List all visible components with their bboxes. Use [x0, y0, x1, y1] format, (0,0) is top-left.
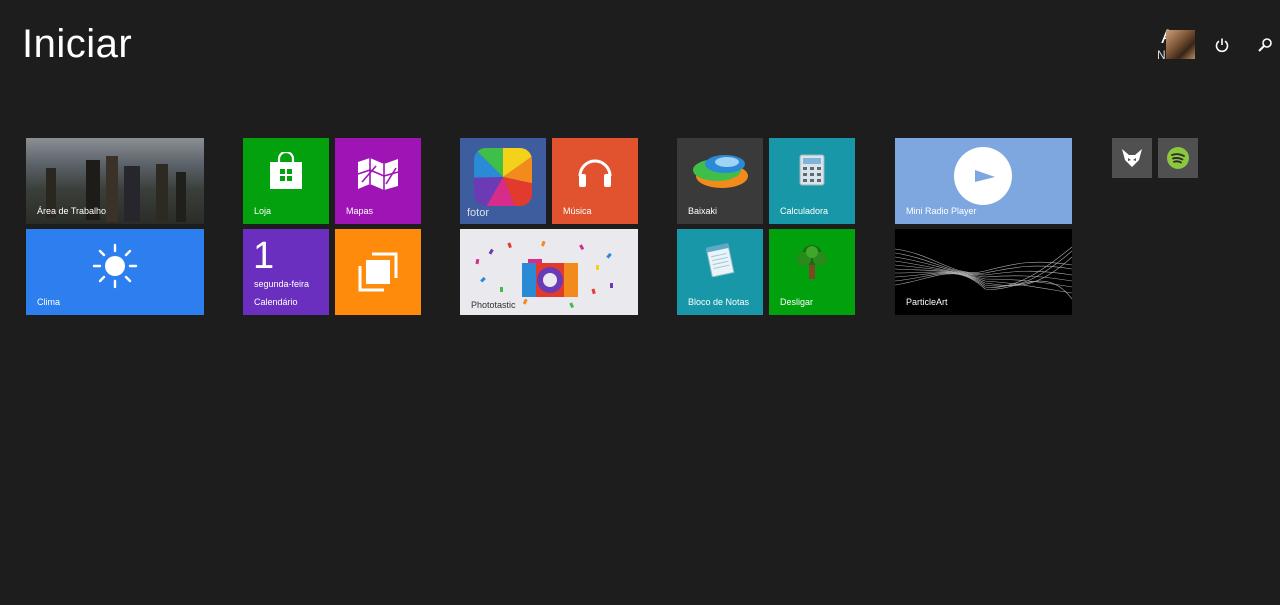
tile-shutdown[interactable]: Desligar: [769, 229, 855, 315]
fox-icon: [1122, 149, 1142, 167]
map-icon: [357, 158, 399, 190]
calendar-weekday: segunda-feira: [254, 279, 310, 289]
tile-label: Phototastic: [471, 300, 516, 310]
tile-foxit[interactable]: [1112, 138, 1152, 178]
tile-music[interactable]: Música: [552, 138, 638, 224]
tile-label: Loja: [254, 206, 272, 216]
tile-weather[interactable]: Clima: [26, 229, 204, 315]
tile-label: Baixaki: [688, 206, 718, 216]
resize-icon: [358, 252, 398, 292]
tile-resize-app[interactable]: [335, 229, 421, 315]
tile-label: ParticleArt: [906, 297, 948, 307]
tile-mini-radio-player[interactable]: Mini Radio Player: [895, 138, 1072, 224]
tile-phototastic[interactable]: Phototastic: [460, 229, 638, 315]
tile-label: Desligar: [780, 297, 814, 307]
avatar[interactable]: [1166, 30, 1195, 59]
color-wheel-icon: [474, 148, 532, 206]
calendar-day: 1: [253, 235, 275, 277]
tile-fotor[interactable]: fotor: [460, 138, 546, 224]
tile-desktop[interactable]: Área de Trabalho: [26, 138, 204, 224]
power-icon[interactable]: [1211, 34, 1233, 56]
tile-notepad[interactable]: Bloco de Notas: [677, 229, 763, 315]
sun-icon: [92, 243, 138, 289]
tile-label: Música: [563, 206, 592, 216]
tile-maps[interactable]: Mapas: [335, 138, 421, 224]
tree-icon: [797, 245, 827, 279]
notepad-icon: [705, 243, 735, 277]
baixaki-logo-icon: [693, 155, 748, 188]
calculator-icon: [799, 154, 825, 186]
tile-store[interactable]: Loja: [243, 138, 329, 224]
tile-label: Mapas: [346, 206, 374, 216]
tile-label: Clima: [37, 297, 61, 307]
play-icon: [954, 147, 1012, 205]
tile-baixaki[interactable]: Baixaki: [677, 138, 763, 224]
tile-label: Mini Radio Player: [906, 206, 977, 216]
tile-label: fotor: [467, 207, 490, 219]
headphones-icon: [578, 159, 612, 187]
tile-label: Calendário: [254, 297, 298, 307]
tile-label: Bloco de Notas: [688, 297, 750, 307]
tile-calendar[interactable]: 1 segunda-feira Calendário: [243, 229, 329, 315]
tile-particleart[interactable]: ParticleArt: [895, 229, 1072, 315]
tile-spotify[interactable]: [1158, 138, 1198, 178]
spotify-icon: [1167, 147, 1189, 169]
search-icon[interactable]: [1254, 34, 1276, 56]
tile-label: Calculadora: [780, 206, 829, 216]
shopping-bag-icon: [270, 152, 302, 189]
tile-label: Área de Trabalho: [37, 206, 107, 216]
page-title: Iniciar: [22, 22, 133, 66]
tile-calculator[interactable]: Calculadora: [769, 138, 855, 224]
